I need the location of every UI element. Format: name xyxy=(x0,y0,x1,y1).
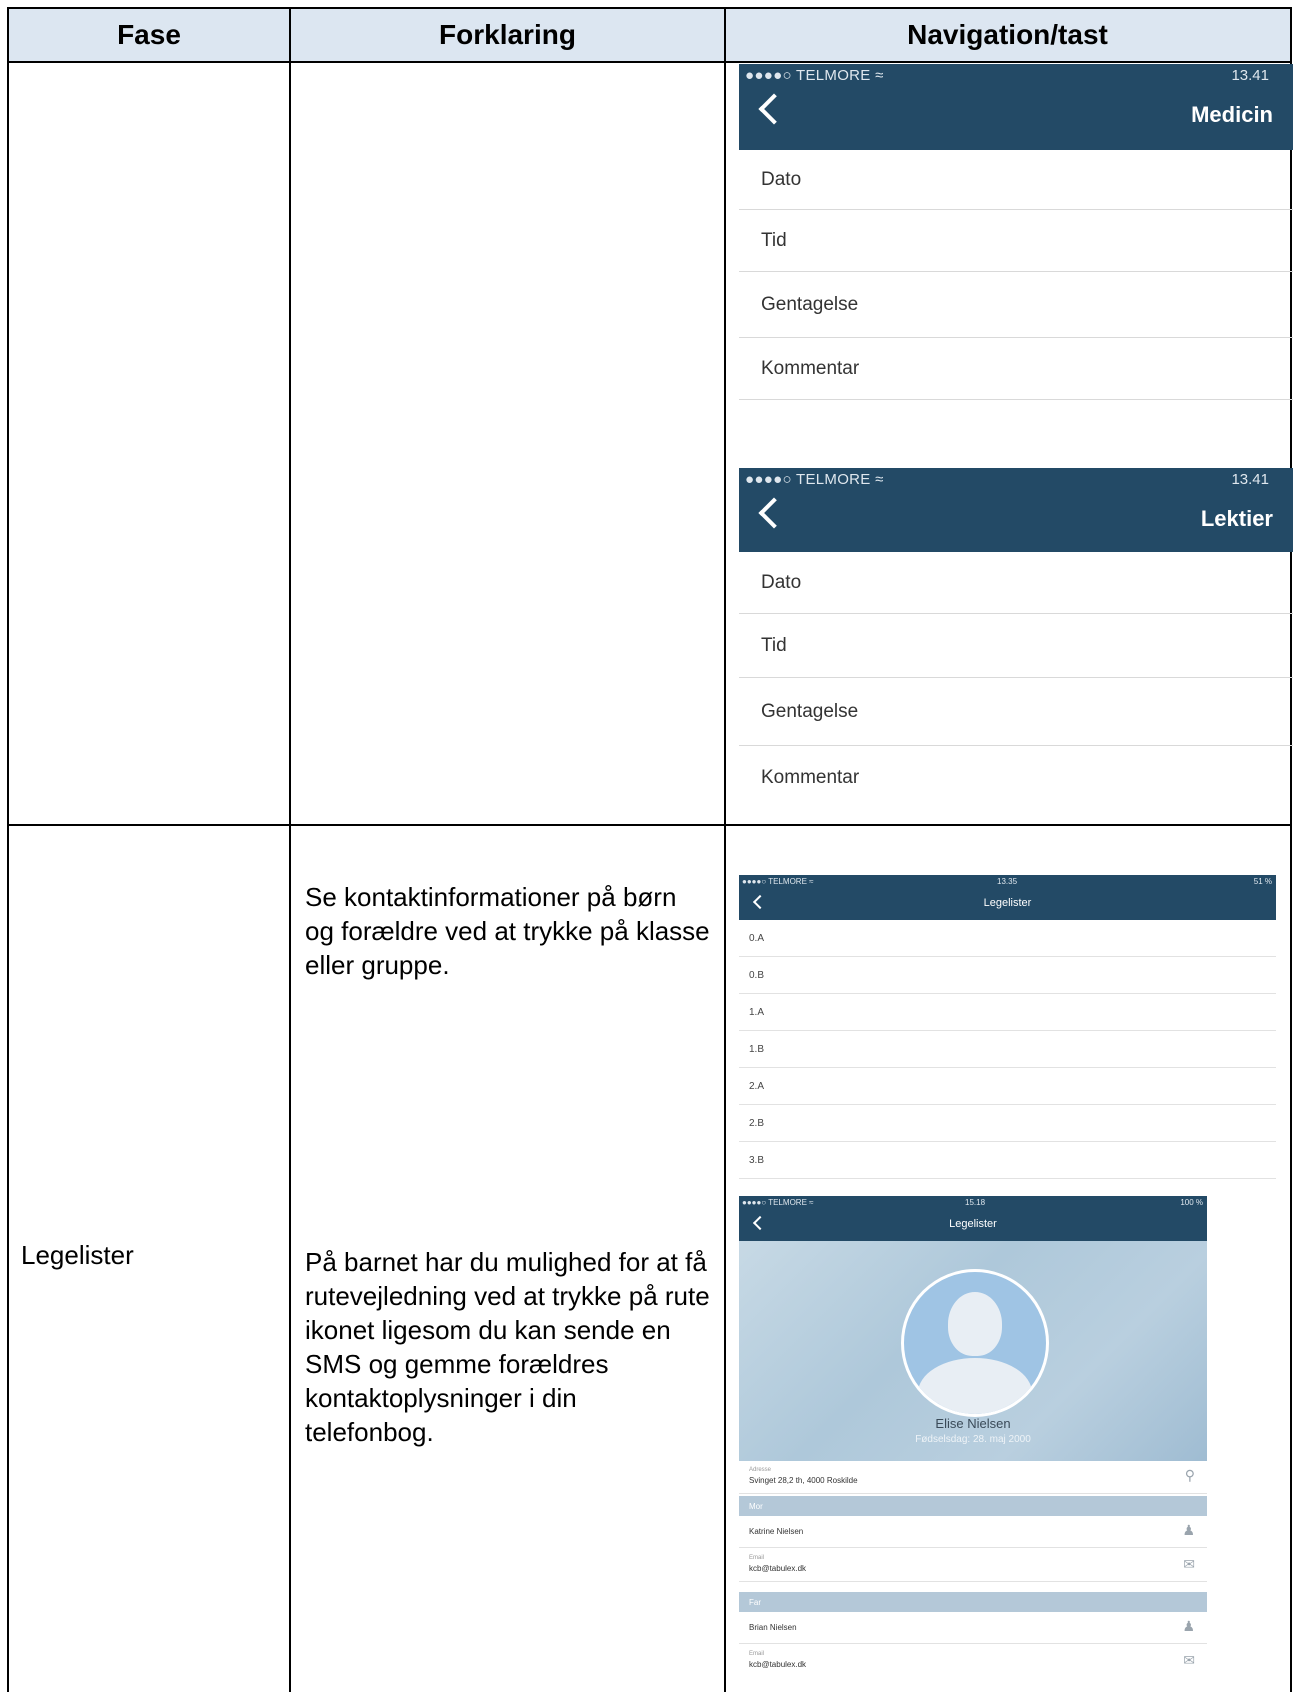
screen-child-detail: ●●●●○ TELMORE ≈ 15.18 100 % Legelister E… xyxy=(739,1196,1207,1692)
list-item-gentagelse[interactable]: Gentagelse xyxy=(739,272,1293,338)
list-item-dato[interactable]: Dato xyxy=(739,150,1293,210)
child-name: Elise Nielsen xyxy=(935,1416,1011,1431)
location-pin-icon[interactable]: ⚲ xyxy=(1185,1467,1195,1484)
address-label: Adresse xyxy=(749,1467,772,1473)
mother-name: Katrine Nielsen xyxy=(749,1527,804,1536)
status-time: 13.41 xyxy=(1231,67,1269,84)
status-carrier: ●●●●○ TELMORE ≈ xyxy=(742,1198,814,1207)
list-item-dato[interactable]: Dato xyxy=(739,552,1293,614)
table-border-top xyxy=(7,7,1292,9)
list-item-class[interactable]: 3.B xyxy=(739,1142,1276,1179)
list-item-class[interactable]: 0.B xyxy=(739,957,1276,994)
list-item-gentagelse[interactable]: Gentagelse xyxy=(739,678,1293,746)
address-row[interactable]: Adresse Svinget 28,2 th, 4000 Roskilde ⚲ xyxy=(739,1461,1207,1494)
section-mother: Mor xyxy=(739,1496,1207,1516)
mother-email: kcb@tabulex.dk xyxy=(749,1564,807,1573)
nav-title: Legelister xyxy=(983,897,1032,909)
table-col-divider-1 xyxy=(289,7,291,1692)
father-name-row[interactable]: Brian Nielsen ♟ xyxy=(739,1612,1207,1644)
mail-icon[interactable]: ✉ xyxy=(1183,1652,1195,1669)
explanation-text-2: På barnet har du mulighed for at få rute… xyxy=(305,1247,710,1447)
mother-email-row[interactable]: Email kcb@tabulex.dk ✉ xyxy=(739,1548,1207,1582)
table-border-left xyxy=(7,7,9,1692)
list-item-tid[interactable]: Tid xyxy=(739,210,1293,272)
nav-bar: ●●●●○ TELMORE ≈ 13.35 51 % Legelister xyxy=(739,875,1276,920)
list-item-kommentar[interactable]: Kommentar xyxy=(739,746,1293,810)
table-row-divider xyxy=(7,824,1292,826)
nav-title: Legelister xyxy=(949,1218,997,1230)
status-carrier: ●●●●○ TELMORE ≈ xyxy=(745,471,884,488)
father-email-row[interactable]: Email kcb@tabulex.dk ✉ xyxy=(739,1644,1207,1678)
mother-name-row[interactable]: Katrine Nielsen ♟ xyxy=(739,1516,1207,1548)
child-birthday: Fødselsdag: 28. maj 2000 xyxy=(915,1434,1031,1445)
contact-icon[interactable]: ♟ xyxy=(1182,1522,1195,1539)
table-col-divider-2 xyxy=(724,7,726,1692)
status-carrier: ●●●●○ TELMORE ≈ xyxy=(742,877,814,886)
status-battery: 100 % xyxy=(1180,1198,1203,1207)
status-carrier: ●●●●○ TELMORE ≈ xyxy=(745,67,884,84)
header-forklaring: Forklaring xyxy=(290,8,725,62)
back-chevron-icon[interactable] xyxy=(758,93,790,125)
list-item-class[interactable]: 1.B xyxy=(739,1031,1276,1068)
profile-hero: Elise Nielsen Fødselsdag: 28. maj 2000 xyxy=(739,1241,1207,1461)
table-header-divider xyxy=(7,61,1292,63)
screen-legelister-list: ●●●●○ TELMORE ≈ 13.35 51 % Legelister 0.… xyxy=(739,875,1276,1179)
list-item-class[interactable]: 2.B xyxy=(739,1105,1276,1142)
nav-bar: ●●●●○ TELMORE ≈ 13.41 Medicin xyxy=(739,64,1293,150)
nav-title: Lektier xyxy=(1200,506,1273,531)
header-fase: Fase xyxy=(8,8,290,62)
nav-bar: ●●●●○ TELMORE ≈ 13.41 Lektier xyxy=(739,468,1293,552)
avatar xyxy=(901,1269,1049,1417)
avatar-body xyxy=(918,1358,1032,1414)
list-item-class[interactable]: 0.A xyxy=(739,920,1276,957)
list-item-class[interactable]: 1.A xyxy=(739,994,1276,1031)
status-time: 15.18 xyxy=(965,1198,986,1207)
father-email: kcb@tabulex.dk xyxy=(749,1660,807,1669)
contact-icon[interactable]: ♟ xyxy=(1182,1618,1195,1635)
mail-icon[interactable]: ✉ xyxy=(1183,1556,1195,1573)
status-battery: 51 % xyxy=(1253,877,1272,886)
header-navigation: Navigation/tast xyxy=(725,8,1290,62)
address-value: Svinget 28,2 th, 4000 Roskilde xyxy=(749,1476,858,1485)
nav-title: Medicin xyxy=(1191,102,1273,127)
list-item-tid[interactable]: Tid xyxy=(739,614,1293,678)
back-chevron-icon[interactable] xyxy=(758,497,790,529)
screen-medicin: ●●●●○ TELMORE ≈ 13.41 Medicin Dato Tid G… xyxy=(739,64,1293,400)
explanation-text-1: Se kontaktinformationer på børn og foræl… xyxy=(305,882,710,980)
nav-bar: ●●●●○ TELMORE ≈ 15.18 100 % Legelister xyxy=(739,1196,1207,1241)
father-name: Brian Nielsen xyxy=(749,1623,797,1632)
email-label: Email xyxy=(749,1555,765,1561)
fase-legelister: Legelister xyxy=(21,1240,134,1270)
screen-lektier: ●●●●○ TELMORE ≈ 13.41 Lektier Dato Tid G… xyxy=(739,468,1293,810)
status-time: 13.41 xyxy=(1231,471,1269,488)
status-time: 13.35 xyxy=(997,877,1018,886)
email-label: Email xyxy=(749,1651,765,1657)
list-item-kommentar[interactable]: Kommentar xyxy=(739,338,1293,400)
section-father: Far xyxy=(739,1592,1207,1612)
list-item-class[interactable]: 2.A xyxy=(739,1068,1276,1105)
avatar-head xyxy=(948,1292,1002,1356)
